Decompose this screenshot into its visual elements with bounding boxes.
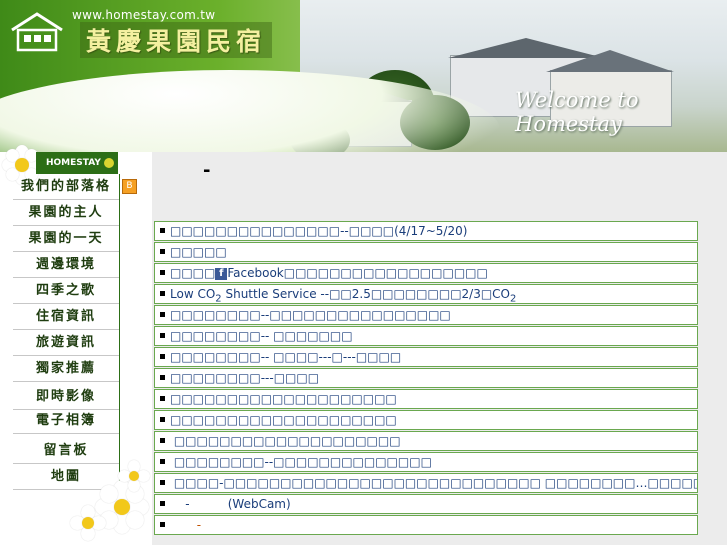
news-item-webcam[interactable]: - (WebCam) — [154, 494, 698, 514]
news-list: □□□□□□□□□□□□□□□--□□□□(4/17~5/20) □□□□□ □… — [154, 221, 698, 535]
nav-item-guestbook[interactable]: 留言板 — [13, 438, 119, 464]
nav-item-recommend[interactable]: 獨家推薦 — [13, 356, 119, 382]
homestay-badge: HOMESTAY — [36, 152, 118, 174]
news-item[interactable]: □□□□-□□□□□□□□□□□□□□□□□□□□□□□□□□□□ □□□□□□… — [154, 473, 698, 493]
nav-item-live-video[interactable]: 即時影像 — [13, 384, 119, 410]
nav-item-travel[interactable]: 旅遊資訊 — [13, 330, 119, 356]
house-logo-icon — [11, 12, 63, 52]
news-item[interactable]: □□□□□□□□--□□□□□□□□□□□□□□□□ — [154, 305, 698, 325]
sidebar-nav: 我們的部落格 果園的主人 果園的一天 週邊環境 四季之歌 住宿資訊 旅遊資訊 獨… — [8, 174, 120, 510]
news-item[interactable]: □□□□□□□□□□□□□□□□□□□□ — [154, 431, 698, 451]
nav-item-surroundings[interactable]: 週邊環境 — [13, 252, 119, 278]
nav-item-album[interactable]: 電子相簿 — [13, 408, 119, 434]
header-banner: www.homestay.com.tw 黃慶果園民宿 Welcome to Ho… — [0, 0, 727, 152]
site-url: www.homestay.com.tw — [72, 8, 216, 22]
facebook-icon[interactable]: f — [215, 267, 228, 280]
daisy-icon — [70, 505, 106, 541]
site-title[interactable]: 黃慶果園民宿 — [80, 22, 273, 58]
nav-item-seasons[interactable]: 四季之歌 — [13, 278, 119, 304]
blogger-icon[interactable]: B — [122, 179, 137, 194]
news-item[interactable]: □□□□□□□□--□□□□□□□□□□□□□□ — [154, 452, 698, 472]
badge-label: HOMESTAY — [46, 158, 101, 168]
daisy-icon — [118, 460, 150, 492]
nav-item-blog[interactable]: 我們的部落格 — [13, 174, 119, 200]
news-item[interactable]: □□□□□□□□-- □□□□---□---□□□□ — [154, 347, 698, 367]
nav-item-day[interactable]: 果園的一天 — [13, 226, 119, 252]
welcome-text: Welcome to Homestay — [515, 88, 639, 136]
nav-item-owner[interactable]: 果園的主人 — [13, 200, 119, 226]
news-item[interactable]: □□□□□□□□□□□□□□□--□□□□(4/17~5/20) — [154, 221, 698, 241]
news-item[interactable]: □□□□□ — [154, 242, 698, 262]
news-item[interactable]: Low CO2 Shuttle Service --□□2.5□□□□□□□□2… — [154, 284, 698, 304]
news-item[interactable]: □□□□□□□□□□□□□□□□□□□□ — [154, 389, 698, 409]
news-item[interactable]: □□□□□□□□-- □□□□□□□ — [154, 326, 698, 346]
news-item[interactable]: □□□□□□□□---□□□□ — [154, 368, 698, 388]
news-item[interactable]: □□□□ f Facebook□□□□□□□□□□□□□□□□□□ — [154, 263, 698, 283]
page-title: - — [203, 160, 211, 181]
leaf-icon — [103, 157, 114, 168]
nav-item-lodging[interactable]: 住宿資訊 — [13, 304, 119, 330]
news-item[interactable]: - — [154, 515, 698, 535]
news-item[interactable]: □□□□□□□□□□□□□□□□□□□□ — [154, 410, 698, 430]
